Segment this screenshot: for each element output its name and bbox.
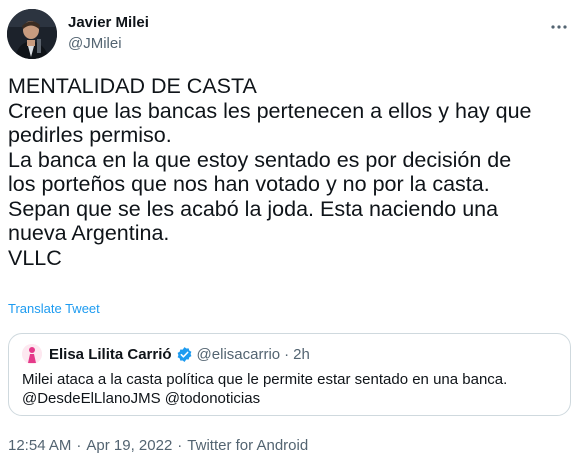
tweet-text-line: los porteños que nos han votado y no por… — [8, 172, 490, 196]
tweet-time[interactable]: 12:54 AM — [8, 437, 71, 454]
quoted-author-avatar-image — [22, 344, 42, 364]
quoted-text-line: Milei ataca a la casta política que le p… — [22, 371, 508, 388]
quoted-tweet[interactable]: Elisa Lilita Carrió @elisacarrio · 2h Mi… — [8, 333, 571, 416]
tweet-text-line: Creen que las bancas les pertenecen a el… — [8, 98, 532, 123]
author-avatar[interactable] — [7, 9, 57, 59]
meta-separator: · — [76, 437, 82, 454]
more-button[interactable] — [542, 10, 576, 44]
quoted-tweet-header: Elisa Lilita Carrió @elisacarrio · 2h — [22, 343, 310, 365]
tweet-text-line: MENTALIDAD DE CASTA — [8, 74, 257, 98]
quoted-tweet-text: Milei ataca a la casta política que le p… — [22, 370, 557, 408]
tweet-text: MENTALIDAD DE CASTA Creen que las bancas… — [8, 74, 578, 270]
quoted-separator: · — [284, 345, 290, 363]
more-horizontal-icon — [551, 25, 567, 29]
meta-separator: · — [177, 437, 183, 454]
tweet-text-line: VLLC — [8, 245, 62, 270]
translate-tweet-link[interactable]: Translate Tweet — [8, 301, 100, 316]
tweet-metadata: 12:54 AM · Apr 19, 2022 · Twitter for An… — [8, 437, 308, 454]
author-info: Javier Milei @JMilei — [68, 14, 149, 53]
author-name[interactable]: Javier Milei — [68, 14, 149, 32]
tweet-text-line: La banca en la que estoy sentado es por … — [8, 147, 512, 172]
author-avatar-image — [7, 9, 57, 59]
tweet-date[interactable]: Apr 19, 2022 — [86, 437, 172, 454]
tweet-text-line: Sepan que se les acabó la joda. Esta nac… — [8, 196, 499, 221]
quoted-author-avatar — [22, 344, 42, 364]
quoted-text-line: @DesdeElLlanoJMS @todonoticias — [22, 390, 261, 407]
quoted-author-handle[interactable]: @elisacarrio — [197, 346, 281, 363]
tweet-text-line: pedirles permiso. — [8, 123, 172, 147]
quoted-timestamp[interactable]: 2h — [293, 346, 310, 363]
author-handle[interactable]: @JMilei — [68, 35, 149, 53]
tweet-text-line: nueva Argentina. — [8, 221, 170, 245]
quoted-author-name[interactable]: Elisa Lilita Carrió — [49, 346, 172, 363]
verified-badge-icon — [176, 346, 193, 363]
tweet-card: Javier Milei @JMilei MENTALIDAD DE CASTA… — [0, 0, 588, 464]
tweet-source[interactable]: Twitter for Android — [187, 437, 308, 454]
